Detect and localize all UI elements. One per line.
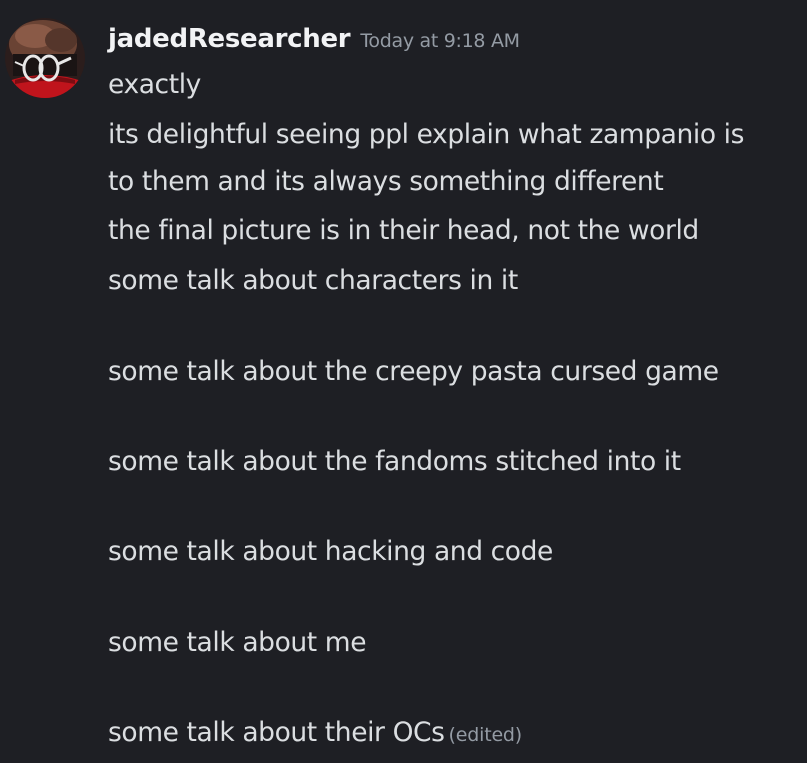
message-line: exactly xyxy=(108,69,201,100)
message-line-last: some talk about their OCs (edited) xyxy=(108,718,522,750)
timestamp[interactable]: Today at 9:18 AM xyxy=(360,30,520,52)
message-line: some talk about the fandoms stitched int… xyxy=(108,446,681,477)
message-line: the final picture is in their head, not … xyxy=(108,215,699,246)
message-line-text: some talk about their OCs xyxy=(108,717,445,748)
message-line: some talk about characters in it xyxy=(108,265,518,296)
message-header: jadedResearcher Today at 9:18 AM xyxy=(108,24,520,64)
avatar-character-icon xyxy=(5,18,85,98)
message-line: its delightful seeing ppl explain what z… xyxy=(108,119,745,150)
message-line: to them and its always something differe… xyxy=(108,166,664,197)
message-line: some talk about the creepy pasta cursed … xyxy=(108,356,719,387)
edited-label: (edited) xyxy=(448,724,523,746)
message-line: some talk about hacking and code xyxy=(108,536,553,567)
avatar[interactable] xyxy=(5,18,85,98)
message-line: some talk about me xyxy=(108,627,367,658)
username[interactable]: jadedResearcher xyxy=(108,24,351,54)
chat-message: jadedResearcher Today at 9:18 AM exactly … xyxy=(0,0,807,763)
